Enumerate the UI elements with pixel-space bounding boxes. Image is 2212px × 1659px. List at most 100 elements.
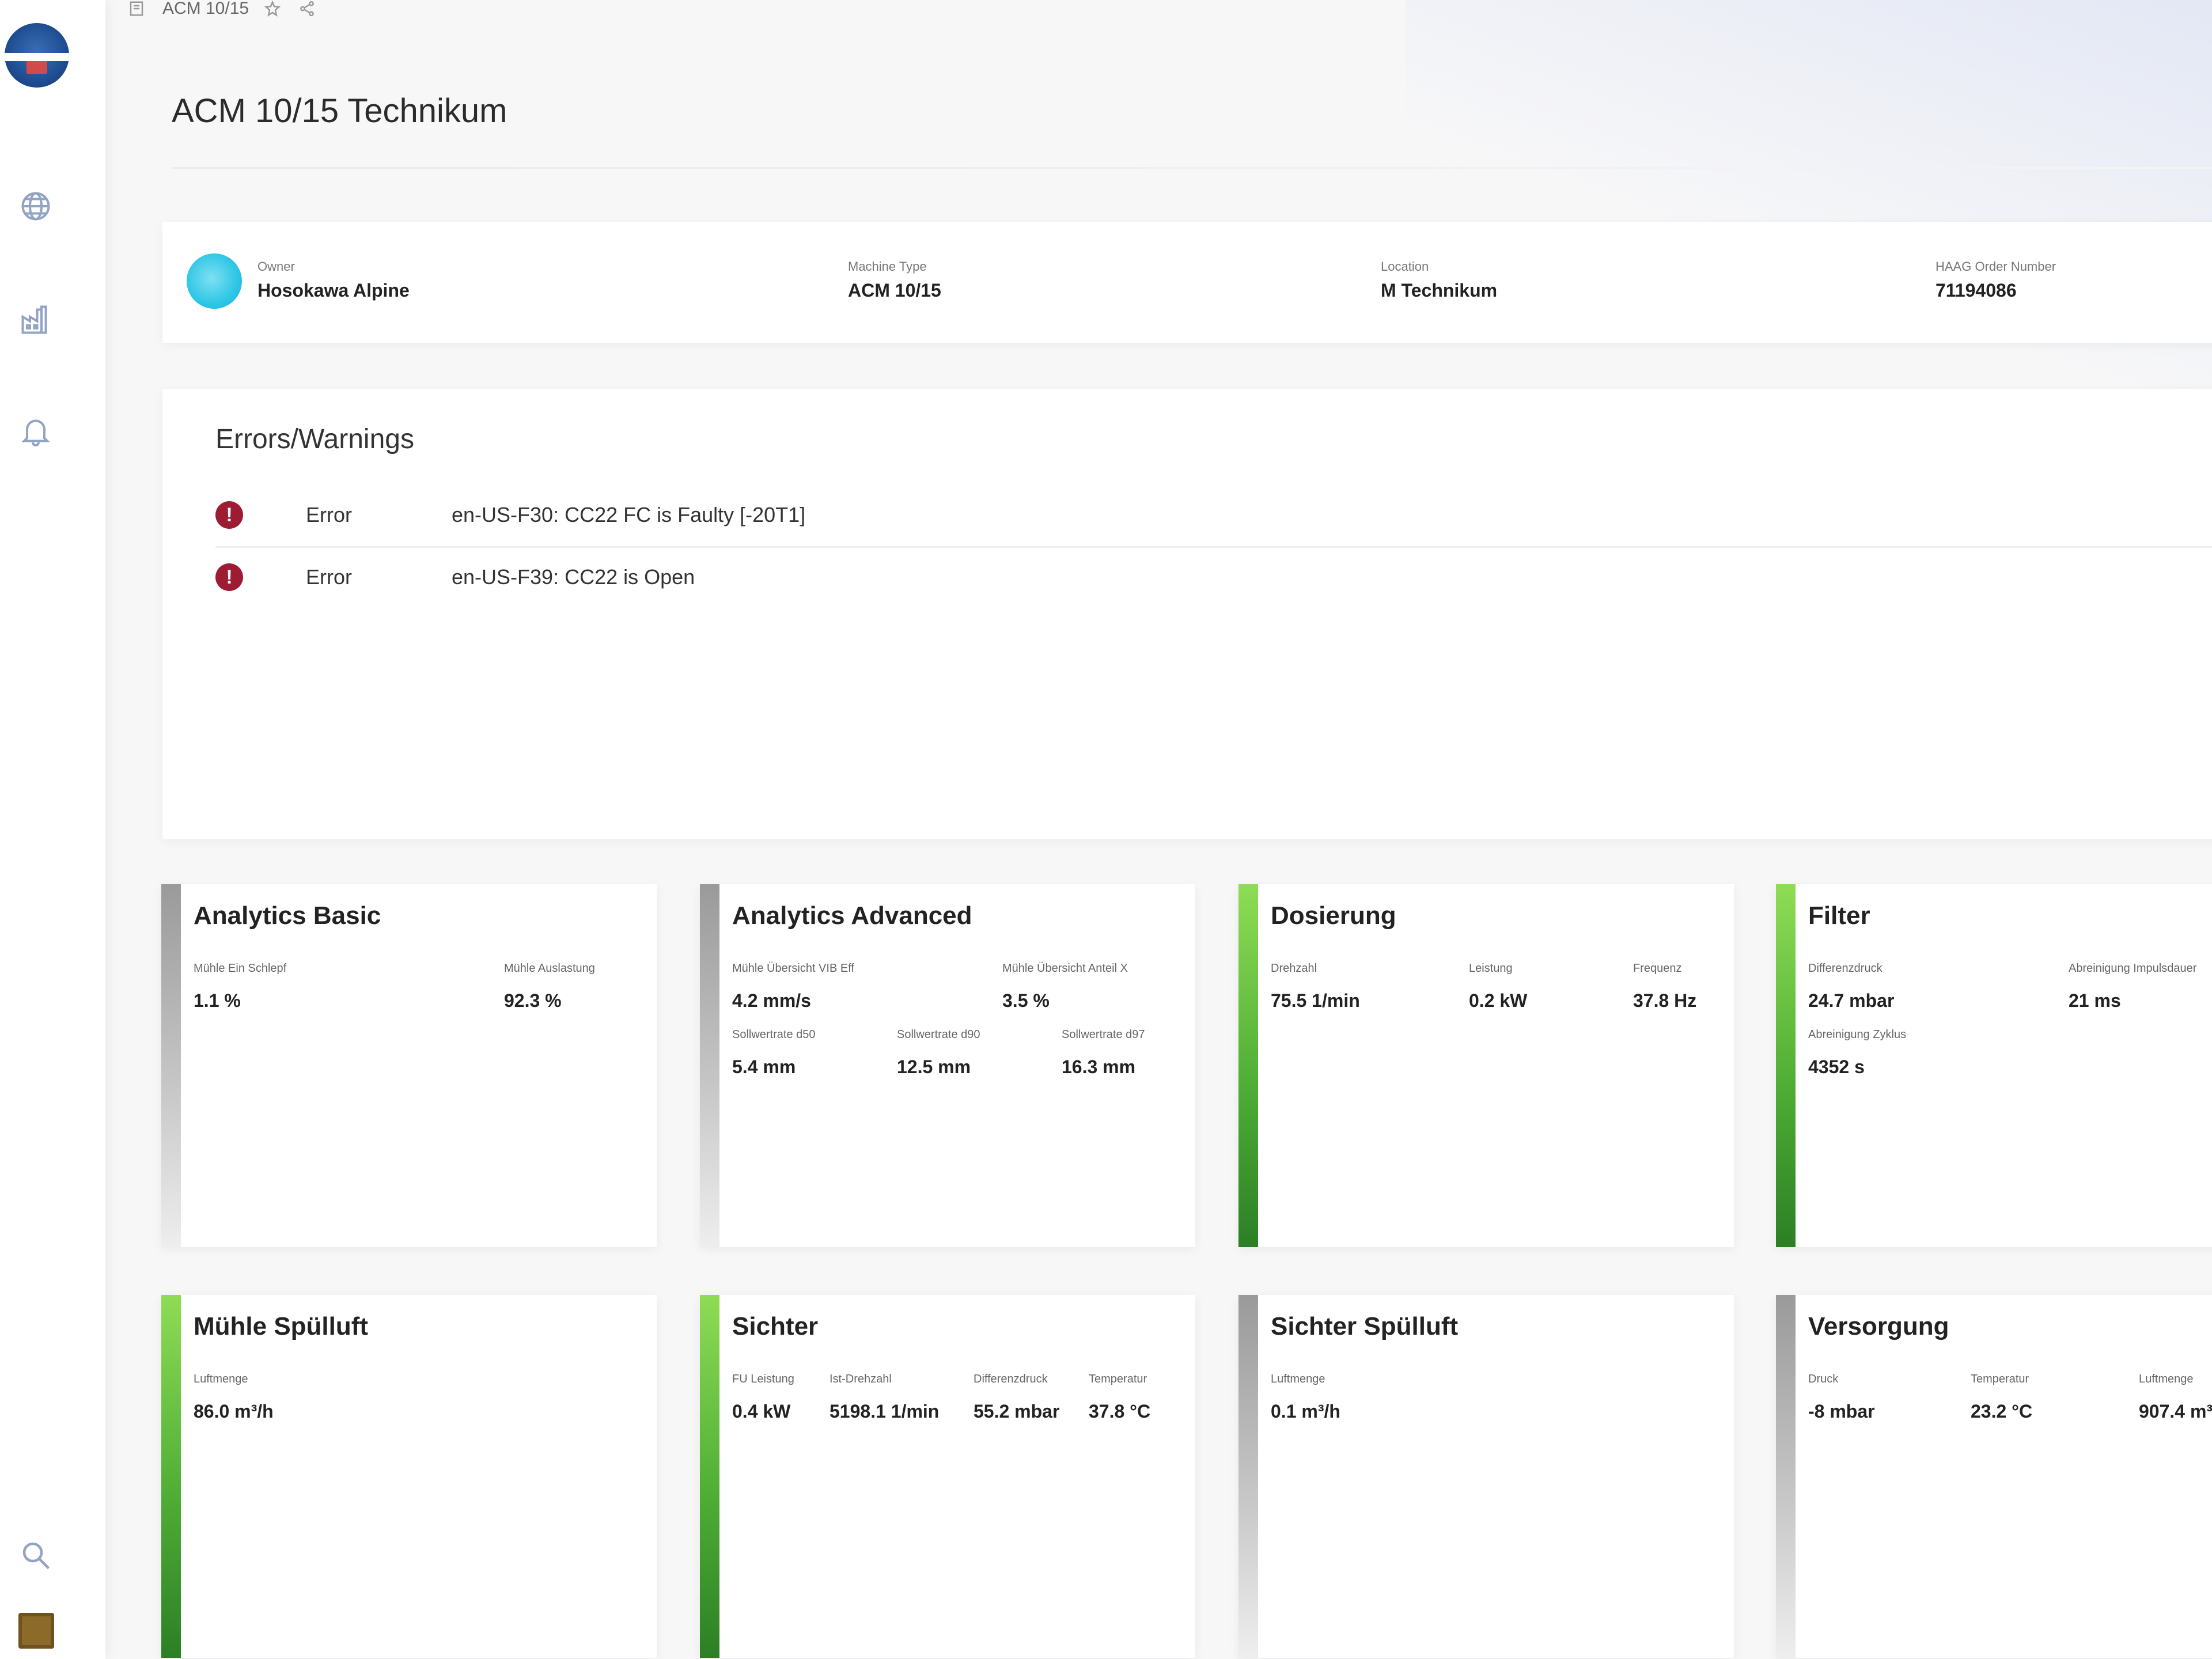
metric: Ist-Drehzahl 5198.1 1/min — [830, 1373, 939, 1422]
tile-title: Mühle Spülluft — [194, 1312, 369, 1340]
metric: Mühle Ein Schlepf 1.1 % — [194, 962, 286, 1012]
document-icon — [128, 0, 147, 17]
metric: Druck -8 mbar — [1808, 1373, 1875, 1422]
machine-type-value: ACM 10/15 — [848, 280, 941, 301]
metric-label: Abreinigung Zyklus — [1808, 1028, 1907, 1041]
metric-value: 16.3 mm — [1062, 1056, 1136, 1077]
error-message: en-US-F30: CC22 FC is Faulty [-20T1] — [452, 503, 806, 527]
tile-analytics-advanced[interactable]: Analytics Advanced Mühle Übersicht VIB E… — [700, 884, 1195, 1247]
metric-label: Sollwertrate d90 — [897, 1028, 980, 1041]
status-bar — [1776, 884, 1796, 1247]
status-bar — [161, 1295, 181, 1658]
metric: Sollwertrate d90 12.5 mm — [897, 1028, 980, 1078]
tile-sichter[interactable]: Sichter FU Leistung 0.4 kW Ist-Drehzahl … — [700, 1295, 1195, 1658]
metric-label: Temperatur — [1089, 1373, 1147, 1385]
bell-icon[interactable] — [18, 414, 53, 448]
metric-value: 75.5 1/min — [1271, 990, 1360, 1011]
metric-label: Mühle Übersicht Anteil X — [1002, 962, 1128, 975]
tile-title: Dosierung — [1271, 902, 1396, 930]
tile-analytics-basic[interactable]: Analytics Basic Mühle Ein Schlepf 1.1 % … — [161, 884, 657, 1247]
tile-title: Filter — [1808, 902, 1870, 930]
error-message: en-US-F39: CC22 is Open — [452, 565, 695, 589]
background-gradient — [1406, 0, 2212, 403]
sidebar — [0, 0, 105, 1659]
metric-value: 86.0 m³/h — [194, 1401, 274, 1422]
metric: Sollwertrate d97 16.3 mm — [1062, 1028, 1145, 1078]
metric: Differenzdruck 55.2 mbar — [974, 1373, 1059, 1422]
tile-title: Sichter — [732, 1312, 819, 1340]
breadcrumb-label[interactable]: ACM 10/15 — [162, 0, 249, 18]
tile-dosierung[interactable]: Dosierung Drehzahl 75.5 1/min Leistung 0… — [1238, 884, 1734, 1247]
star-icon[interactable] — [264, 0, 283, 17]
status-bar — [1776, 1295, 1796, 1658]
share-icon[interactable] — [298, 0, 318, 17]
metric: Differenzdruck 24.7 mbar — [1808, 962, 1894, 1012]
metric-value: 55.2 mbar — [974, 1401, 1060, 1422]
error-kind: Error — [306, 565, 352, 589]
errors-warnings-card: Errors/Warnings ! Error en-US-F30: CC22 … — [162, 389, 2212, 839]
metric-value: 37.8 Hz — [1633, 990, 1697, 1011]
metric: Abreinigung Impulsdauer 21 ms — [2069, 962, 2196, 1012]
company-logo[interactable] — [5, 23, 69, 88]
status-bar — [1238, 1295, 1258, 1658]
search-icon[interactable] — [18, 1538, 53, 1573]
owner-field: Owner Hosokawa Alpine — [257, 259, 410, 301]
metric-label: Luftmenge — [2139, 1373, 2194, 1385]
metric-label: Mühle Übersicht VIB Eff — [732, 962, 854, 975]
error-kind: Error — [306, 503, 352, 527]
metric: Mühle Übersicht VIB Eff 4.2 mm/s — [732, 962, 854, 1012]
order-number-value: 71194086 — [1936, 280, 2017, 301]
metric-value: 5.4 mm — [732, 1056, 796, 1077]
metric-label: Druck — [1808, 1373, 1839, 1385]
error-row[interactable]: ! Error en-US-F39: CC22 is Open — [215, 546, 2212, 608]
status-bar — [1238, 884, 1258, 1247]
page-title: ACM 10/15 Technikum — [172, 92, 507, 130]
location-value: M Technikum — [1381, 280, 1498, 301]
metric-value: 0.1 m³/h — [1271, 1401, 1340, 1422]
tile-muehle-spuelluft[interactable]: Mühle Spülluft Luftmenge 86.0 m³/h — [161, 1295, 657, 1658]
user-avatar[interactable] — [18, 1613, 54, 1649]
metric-label: Differenzdruck — [1808, 962, 1883, 975]
error-row[interactable]: ! Error en-US-F30: CC22 FC is Faulty [-2… — [215, 484, 2212, 548]
tile-versorgung[interactable]: Versorgung Druck -8 mbar Temperatur 23.2… — [1776, 1295, 2212, 1658]
machine-type-label: Machine Type — [848, 259, 927, 274]
metric-value: 23.2 °C — [1971, 1401, 2033, 1422]
metric-value: -8 mbar — [1808, 1401, 1875, 1422]
factory-icon[interactable] — [18, 302, 53, 337]
tile-title: Versorgung — [1808, 1312, 1949, 1340]
owner-value: Hosokawa Alpine — [257, 280, 410, 301]
metric: Mühle Übersicht Anteil X 3.5 % — [1002, 962, 1128, 1012]
error-icon: ! — [215, 501, 243, 529]
metric-label: Differenzdruck — [974, 1373, 1048, 1385]
tile-sichter-spuelluft[interactable]: Sichter Spülluft Luftmenge 0.1 m³/h — [1238, 1295, 1734, 1658]
tile-title: Analytics Basic — [194, 902, 381, 930]
tile-title: Sichter Spülluft — [1271, 1312, 1459, 1340]
tile-filter[interactable]: Filter Differenzdruck 24.7 mbar Abreinig… — [1776, 884, 2212, 1247]
metric-label: Mühle Ein Schlepf — [194, 962, 287, 975]
metric-label: Luftmenge — [1271, 1373, 1325, 1385]
metric-value: 21 ms — [2069, 990, 2121, 1011]
status-bar — [700, 884, 719, 1247]
metric: Temperatur 37.8 °C — [1089, 1373, 1150, 1422]
metric-value: 907.4 m³/h — [2139, 1401, 2212, 1422]
metric-value: 37.8 °C — [1089, 1401, 1151, 1422]
metric: Luftmenge 907.4 m³/h — [2139, 1373, 2212, 1422]
metric-value: 5198.1 1/min — [830, 1401, 940, 1422]
tile-title: Analytics Advanced — [732, 902, 972, 930]
order-number-label: HAAG Order Number — [1936, 259, 2056, 274]
metric: Sollwertrate d50 5.4 mm — [732, 1028, 816, 1078]
metric-label: Temperatur — [1971, 1373, 2029, 1385]
error-icon: ! — [215, 563, 243, 591]
metric: Frequenz 37.8 Hz — [1633, 962, 1696, 1012]
globe-icon[interactable] — [18, 189, 53, 224]
metric-label: Mühle Auslastung — [504, 962, 595, 975]
metric: Luftmenge 0.1 m³/h — [1271, 1373, 1340, 1422]
metric-value: 3.5 % — [1002, 990, 1050, 1011]
metric-value: 4.2 mm/s — [732, 990, 811, 1011]
metric-label: Abreinigung Impulsdauer — [2069, 962, 2197, 975]
metric-label: Sollwertrate d97 — [1062, 1028, 1145, 1041]
metric-label: Frequenz — [1633, 962, 1682, 975]
metric: Luftmenge 86.0 m³/h — [194, 1373, 274, 1422]
metric-label: FU Leistung — [732, 1373, 794, 1385]
errors-title: Errors/Warnings — [215, 424, 414, 454]
